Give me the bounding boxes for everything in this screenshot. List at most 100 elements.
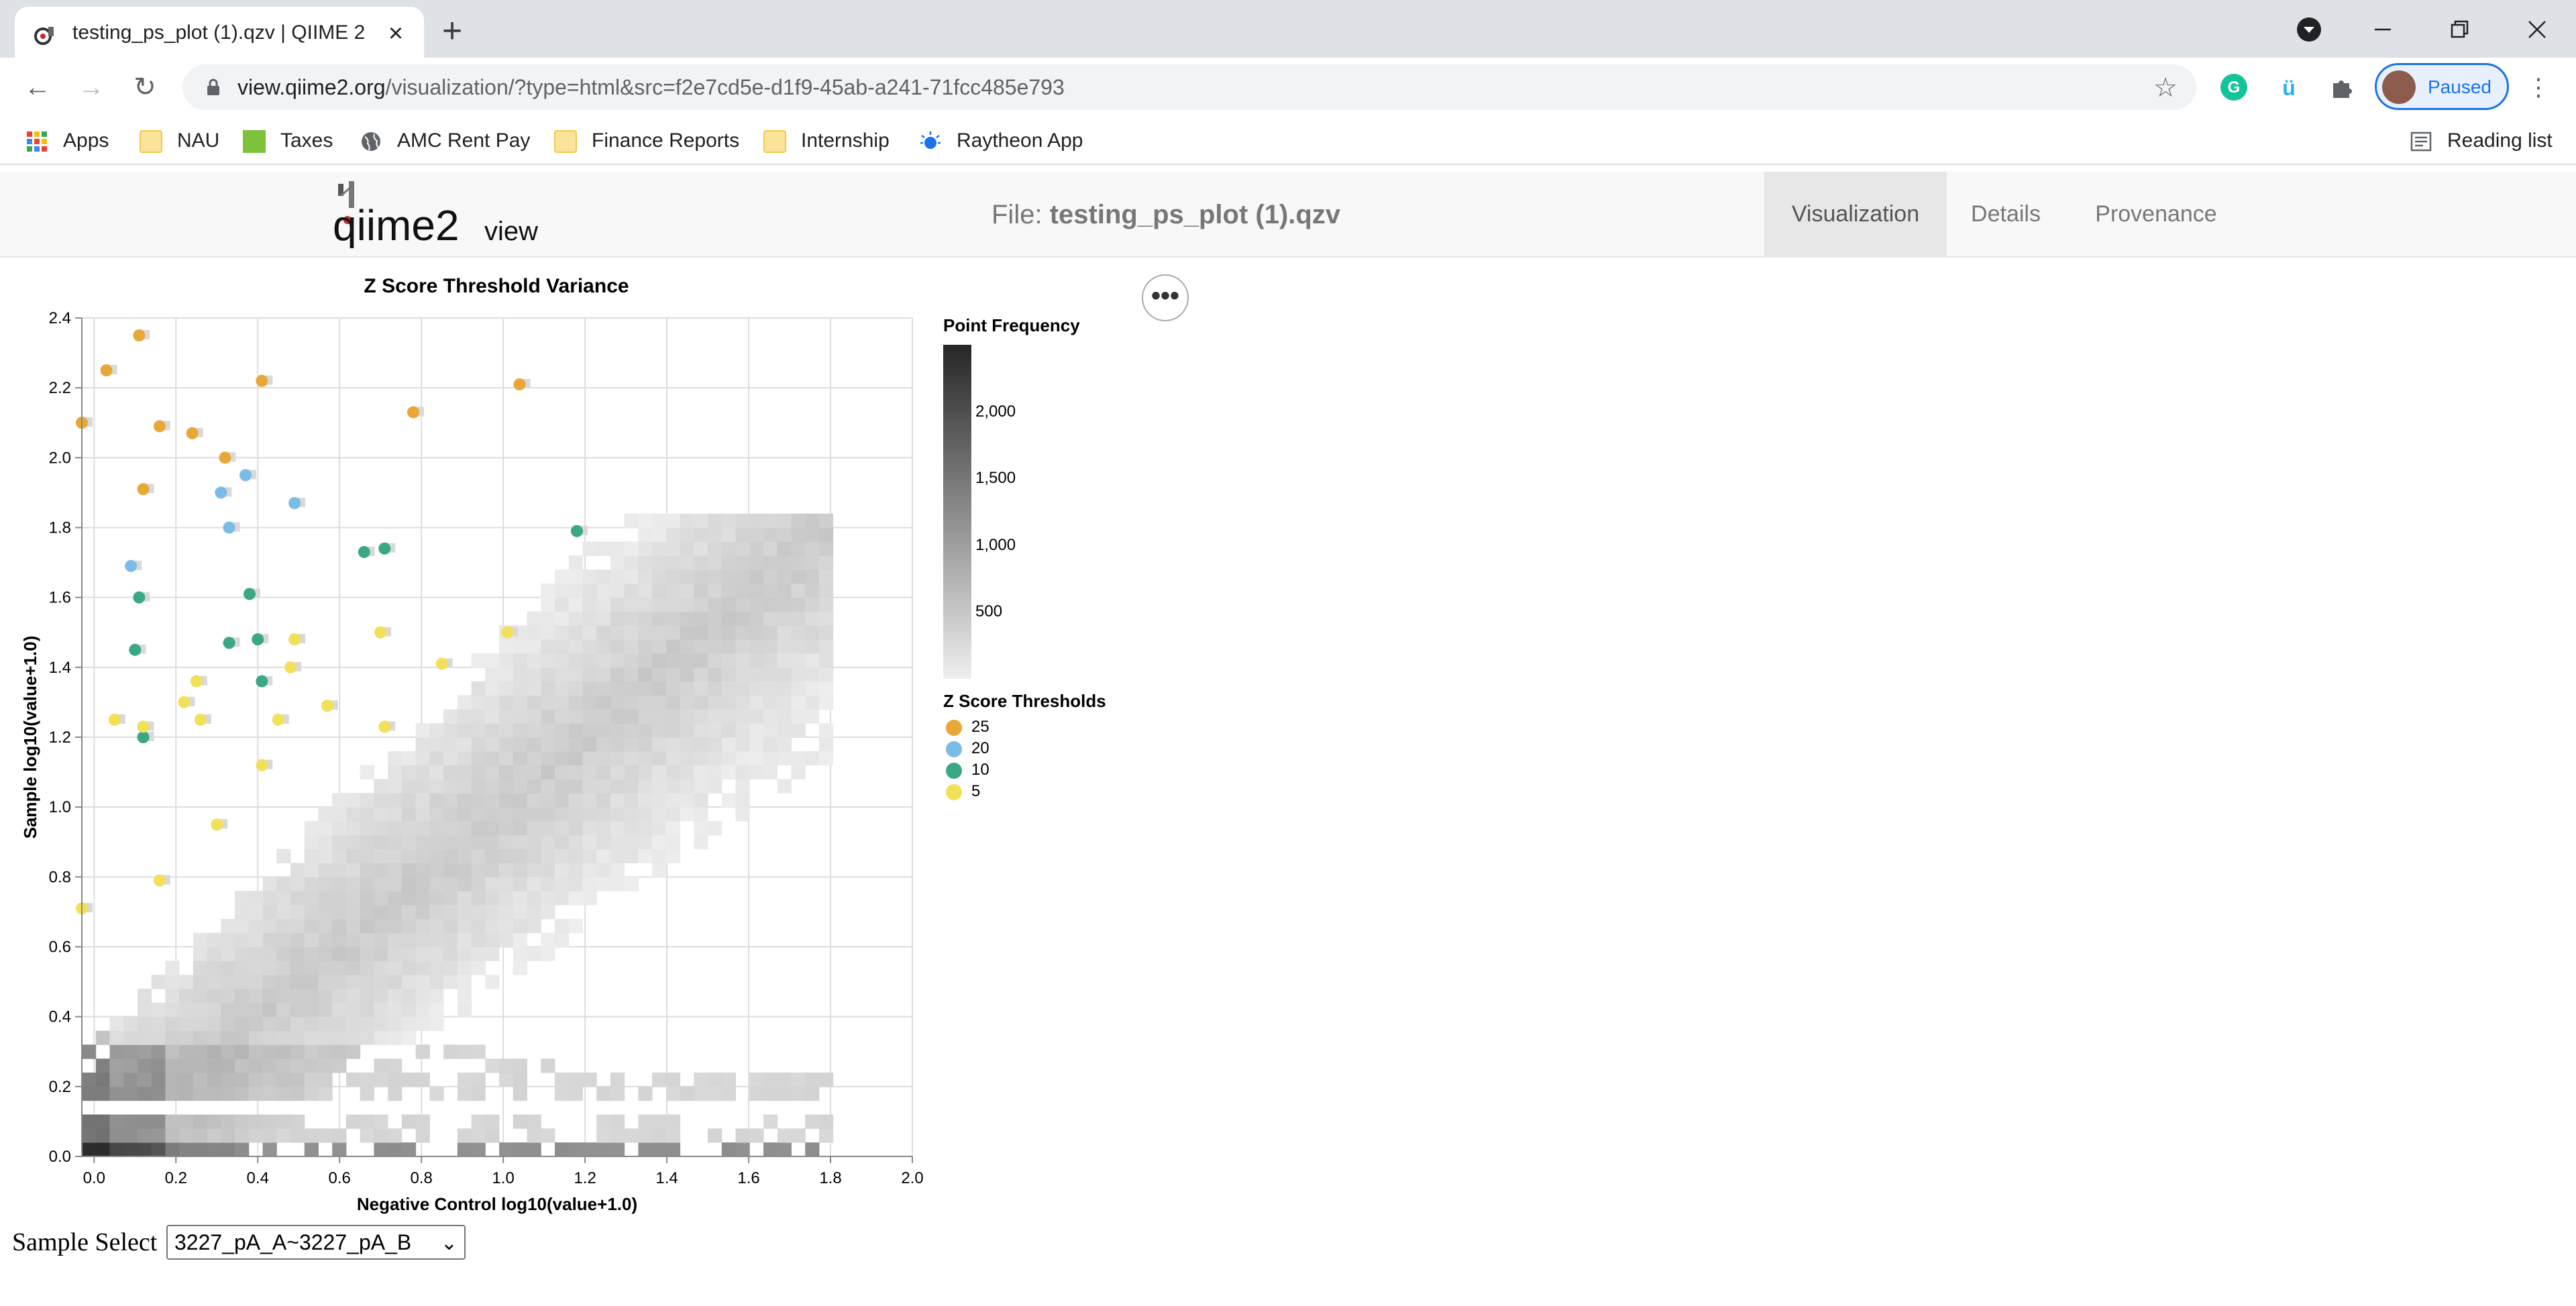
density-cell bbox=[499, 695, 514, 710]
density-cell bbox=[388, 932, 402, 947]
restore-icon[interactable] bbox=[2439, 9, 2479, 50]
density-cell bbox=[345, 932, 361, 947]
density-cell bbox=[694, 737, 708, 752]
density-cell bbox=[652, 1073, 667, 1087]
density-cell bbox=[137, 1142, 152, 1157]
profile-button[interactable]: Paused bbox=[2375, 63, 2509, 110]
density-cell bbox=[276, 1044, 291, 1059]
reading-list-button[interactable]: Reading list bbox=[2410, 127, 2553, 154]
bookmark-nau[interactable]: NAU bbox=[140, 127, 219, 154]
density-cell bbox=[652, 639, 667, 654]
density-cell bbox=[735, 541, 750, 556]
back-arrow-icon[interactable]: ← bbox=[20, 70, 55, 105]
density-cell bbox=[624, 765, 639, 779]
threshold-point-5 bbox=[256, 759, 268, 771]
density-cell bbox=[513, 1114, 528, 1129]
density-cell bbox=[401, 961, 417, 975]
legend-item-20[interactable]: 20 bbox=[946, 739, 989, 759]
qiime2-view-logo[interactable]: qiime2 view bbox=[331, 181, 546, 248]
close-window-icon[interactable] bbox=[2517, 9, 2557, 50]
density-cell bbox=[513, 779, 528, 794]
density-cell bbox=[388, 1002, 402, 1018]
density-cell bbox=[777, 541, 792, 556]
bookmark-label: Internship bbox=[801, 129, 890, 152]
bookmark-apps[interactable]: Apps bbox=[25, 127, 109, 154]
density-cell bbox=[235, 946, 250, 961]
density-cell bbox=[665, 779, 681, 794]
density-cell bbox=[443, 751, 458, 766]
browser-menu-icon[interactable]: ⋮ bbox=[2526, 72, 2551, 102]
tab-provenance[interactable]: Provenance bbox=[2065, 172, 2247, 256]
legend-item-10[interactable]: 10 bbox=[946, 761, 989, 781]
density-cell bbox=[276, 918, 291, 934]
density-cell bbox=[457, 695, 472, 710]
density-cell bbox=[624, 793, 639, 808]
chart-actions-button[interactable]: ••• bbox=[1142, 274, 1189, 321]
density-cell bbox=[541, 653, 555, 668]
threshold-point-5 bbox=[288, 633, 301, 646]
minimize-icon[interactable] bbox=[2363, 9, 2403, 50]
density-cell bbox=[805, 751, 820, 766]
density-cell bbox=[304, 877, 319, 891]
bookmark-star-icon[interactable]: ☆ bbox=[2153, 72, 2178, 103]
tab-visualization[interactable]: Visualization bbox=[1764, 172, 1947, 256]
tab-details[interactable]: Details bbox=[1947, 172, 2065, 256]
forward-arrow-icon[interactable]: → bbox=[74, 70, 109, 105]
bookmark-raytheon-app[interactable]: Raytheon App bbox=[919, 127, 1083, 154]
density-cell bbox=[805, 667, 820, 682]
density-cell bbox=[596, 541, 611, 556]
density-cell bbox=[443, 709, 458, 724]
density-cell bbox=[332, 849, 347, 863]
density-cell bbox=[179, 1058, 194, 1073]
bookmark-taxes[interactable]: Taxes bbox=[243, 127, 333, 154]
bookmark-internship[interactable]: Internship bbox=[763, 127, 890, 154]
density-cell bbox=[374, 905, 388, 920]
density-cell bbox=[708, 695, 722, 710]
density-cell bbox=[805, 555, 820, 570]
address-bar[interactable]: view.qiime2.org/visualization/?type=html… bbox=[182, 64, 2196, 110]
density-cell bbox=[374, 877, 388, 891]
density-cell bbox=[248, 1016, 264, 1031]
bookmark-finance-reports[interactable]: Finance Reports bbox=[554, 127, 739, 154]
density-cell bbox=[374, 891, 388, 906]
density-cell bbox=[207, 1030, 221, 1045]
density-cell bbox=[568, 1086, 583, 1101]
legend-item-5[interactable]: 5 bbox=[946, 782, 980, 802]
grammarly-icon[interactable]: G bbox=[2218, 71, 2250, 103]
density-cell bbox=[109, 1073, 124, 1087]
bookmark-amc-rent-pay[interactable]: AMC Rent Pay bbox=[360, 127, 530, 154]
density-cell bbox=[680, 779, 694, 794]
density-cell bbox=[304, 1142, 319, 1157]
density-cell bbox=[262, 946, 277, 961]
density-cell bbox=[554, 779, 570, 794]
tab-search-icon[interactable] bbox=[2289, 9, 2329, 50]
density-cell bbox=[499, 849, 514, 863]
new-tab-plus-icon[interactable]: + bbox=[435, 13, 470, 48]
density-cell bbox=[443, 961, 458, 975]
density-cell bbox=[777, 1073, 792, 1087]
threshold-legend-title: Z Score Thresholds bbox=[943, 691, 1106, 711]
logo-sub-text: view bbox=[484, 217, 538, 246]
reload-icon[interactable]: ↻ bbox=[127, 70, 162, 105]
density-cell bbox=[193, 1086, 208, 1101]
density-cell bbox=[708, 681, 722, 696]
tab-close-icon[interactable]: × bbox=[382, 20, 409, 47]
legend-item-25[interactable]: 25 bbox=[946, 718, 989, 738]
density-cell bbox=[388, 891, 402, 906]
density-cell bbox=[818, 723, 834, 738]
density-cell bbox=[360, 1016, 374, 1031]
density-cell bbox=[777, 779, 792, 794]
density-cell bbox=[694, 527, 708, 542]
density-cell bbox=[401, 849, 417, 863]
density-cell bbox=[665, 569, 681, 584]
density-cell bbox=[374, 932, 388, 947]
threshold-point-25 bbox=[407, 406, 419, 419]
browser-tab[interactable]: testing_ps_plot (1).qzv | QIIME 2 View × bbox=[15, 7, 424, 58]
density-cell bbox=[805, 583, 820, 598]
extensions-puzzle-icon[interactable] bbox=[2326, 71, 2359, 103]
density-cell bbox=[485, 1058, 500, 1073]
extension-u-icon[interactable]: ü bbox=[2273, 71, 2305, 103]
density-cell bbox=[791, 653, 806, 668]
density-cell bbox=[818, 597, 834, 612]
sample-select-dropdown[interactable]: 3227_pA_A~3227_pA_B ⌄ bbox=[166, 1225, 466, 1260]
